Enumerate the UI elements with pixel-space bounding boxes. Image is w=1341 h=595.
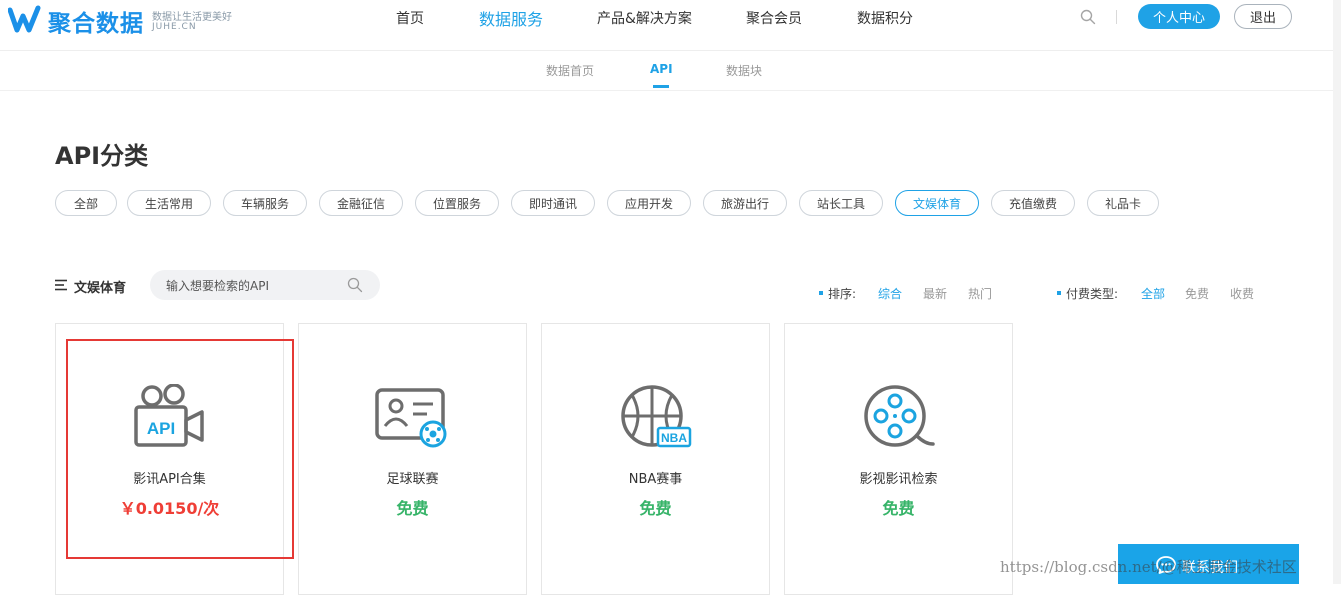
contact-us-label: 联系我们 — [1182, 560, 1238, 576]
card-price: 免费 — [639, 499, 672, 518]
sort-bullet — [819, 291, 823, 295]
nav-item-home[interactable]: 首页 — [396, 8, 424, 28]
card-title: 影视影讯检索 — [859, 472, 938, 487]
current-category-label: 文娱体育 — [74, 281, 127, 296]
nav-item-membership[interactable]: 聚合会员 — [746, 8, 802, 28]
category-pill-location[interactable]: 位置服务 — [415, 190, 499, 216]
contact-us-button[interactable]: 联系我们 — [1118, 544, 1299, 584]
category-pill-webmaster[interactable]: 站长工具 — [799, 190, 883, 216]
category-pill-app-dev[interactable]: 应用开发 — [607, 190, 691, 216]
top-header: 聚合数据 数据让生活更美好 JUHE.CN 首页 数据服务 产品&解决方案 聚合… — [0, 0, 1341, 51]
subnav-tab-data-home[interactable]: 数据首页 — [546, 62, 594, 79]
pay-option-free[interactable]: 免费 — [1185, 285, 1209, 302]
header-divider — [1116, 10, 1117, 24]
pay-option-paid[interactable]: 收费 — [1230, 285, 1254, 302]
card-price: 免费 — [882, 499, 915, 518]
category-pill-travel[interactable]: 旅游出行 — [703, 190, 787, 216]
nav-item-data-service[interactable]: 数据服务 — [479, 6, 543, 30]
film-reel-icon — [864, 385, 935, 447]
sort-option-newest[interactable]: 最新 — [923, 285, 947, 302]
sort-option-popular[interactable]: 热门 — [968, 285, 992, 302]
movie-camera-api-icon: API — [134, 384, 204, 447]
subnav-tab-api[interactable]: API — [650, 62, 673, 76]
pay-option-all[interactable]: 全部 — [1141, 285, 1165, 302]
api-search-box — [150, 270, 380, 300]
logout-button[interactable]: 退出 — [1234, 4, 1292, 29]
category-pill-all[interactable]: 全部 — [55, 190, 117, 216]
logo-slogan: 数据让生活更美好 — [152, 12, 232, 23]
api-search-input[interactable] — [164, 276, 343, 296]
pay-type-label: 付费类型: — [1066, 287, 1119, 301]
sort-label: 排序: — [828, 287, 857, 301]
category-pill-gift-card[interactable]: 礼品卡 — [1087, 190, 1159, 216]
api-card-nba[interactable]: NBA NBA赛事 免费 — [541, 323, 770, 595]
svg-text:NBA: NBA — [661, 431, 687, 445]
subnav-active-indicator — [653, 85, 669, 88]
category-pill-life[interactable]: 生活常用 — [127, 190, 211, 216]
search-icon[interactable] — [1080, 9, 1096, 25]
nav-item-products[interactable]: 产品&解决方案 — [597, 8, 692, 28]
card-price: 免费 — [396, 499, 429, 518]
logo-text: 聚合数据 — [48, 11, 144, 37]
logo-mark-icon — [8, 5, 41, 33]
nav-item-points[interactable]: 数据积分 — [857, 8, 913, 28]
category-pill-entertainment-sports[interactable]: 文娱体育 — [895, 190, 979, 216]
logo-domain: JUHE.CN — [152, 22, 197, 32]
api-card-movie-info[interactable]: API 影讯API合集 ￥0.0150/次 — [55, 323, 284, 595]
subnav-tab-data-block[interactable]: 数据块 — [726, 62, 762, 79]
card-title: 影讯API合集 — [133, 472, 206, 487]
personal-center-button[interactable]: 个人中心 — [1138, 4, 1220, 29]
pay-type-bullet — [1057, 291, 1061, 295]
api-card-football[interactable]: 足球联赛 免费 — [298, 323, 527, 595]
category-pill-finance[interactable]: 金融征信 — [319, 190, 403, 216]
page-title: API分类 — [55, 142, 149, 170]
api-card-film-search[interactable]: 影视影讯检索 免费 — [784, 323, 1013, 595]
sort-option-comprehensive[interactable]: 综合 — [878, 285, 902, 302]
category-pill-recharge[interactable]: 充值缴费 — [991, 190, 1075, 216]
category-pill-vehicle[interactable]: 车辆服务 — [223, 190, 307, 216]
nba-basketball-icon: NBA — [621, 385, 692, 448]
card-price: ￥0.0150/次 — [119, 499, 220, 518]
sub-nav: 数据首页 API 数据块 — [0, 51, 1341, 91]
chat-bubble-icon — [1156, 556, 1176, 574]
menu-lines-icon — [55, 279, 67, 291]
category-pill-im[interactable]: 即时通讯 — [511, 190, 595, 216]
svg-text:API: API — [147, 419, 175, 438]
card-title: NBA赛事 — [628, 472, 683, 487]
logo[interactable]: 聚合数据 数据让生活更美好 JUHE.CN — [8, 2, 268, 46]
search-icon[interactable] — [347, 277, 363, 293]
page-scrollbar[interactable] — [1333, 0, 1341, 584]
card-title: 足球联赛 — [386, 472, 439, 487]
id-card-football-icon — [375, 388, 447, 448]
